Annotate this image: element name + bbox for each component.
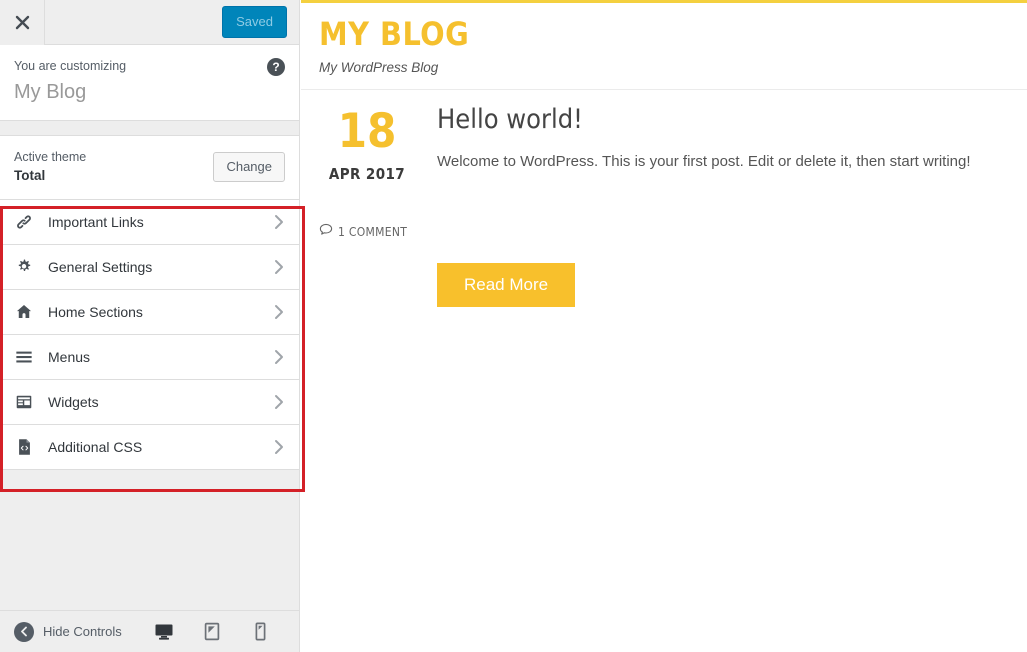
site-title[interactable]: MY BLOG	[319, 16, 1009, 52]
chevron-right-icon	[273, 259, 285, 275]
hide-controls-label: Hide Controls	[43, 624, 122, 639]
code-file-icon	[14, 437, 34, 457]
chevron-right-icon	[273, 214, 285, 230]
link-icon	[14, 212, 34, 232]
gear-icon	[14, 257, 34, 277]
active-theme-section: Active theme Total Change	[0, 135, 299, 200]
active-theme-info: Active theme Total	[14, 148, 86, 186]
panel-gap	[0, 121, 299, 136]
tablet-preview-icon[interactable]	[201, 621, 223, 643]
site-name-heading: My Blog	[14, 81, 87, 104]
sidebar-item-label: Home Sections	[48, 303, 143, 320]
site-preview-pane: MY BLOG My WordPress Blog 18 APR 2017 He…	[301, 0, 1027, 652]
device-preview-group	[153, 621, 285, 643]
save-button[interactable]: Saved	[222, 6, 287, 38]
post-content: Hello world! Welcome to WordPress. This …	[415, 104, 1009, 183]
customizer-header: Saved	[0, 0, 299, 45]
sidebar-item-label: Important Links	[48, 213, 144, 230]
hide-controls-button[interactable]: Hide Controls	[14, 621, 122, 642]
mobile-preview-icon[interactable]	[249, 621, 271, 643]
site-description: My WordPress Blog	[319, 60, 439, 76]
change-theme-button[interactable]: Change	[213, 152, 285, 183]
collapse-arrow-icon	[14, 621, 34, 642]
sidebar-item-label: General Settings	[48, 258, 153, 275]
chevron-right-icon	[273, 439, 285, 455]
sidebar-item-additional-css[interactable]: Additional CSS	[0, 424, 299, 470]
sidebar-item-label: Additional CSS	[48, 438, 143, 455]
desktop-preview-icon[interactable]	[153, 621, 175, 643]
comment-count[interactable]: 1 COMMENT	[338, 225, 407, 239]
customizer-sections-list: Important Links General Settings Home Se…	[0, 199, 299, 470]
sidebar-item-home-sections[interactable]: Home Sections	[0, 289, 299, 335]
sidebar-item-menus[interactable]: Menus	[0, 334, 299, 380]
customizer-footer: Hide Controls	[0, 610, 299, 652]
sidebar-item-important-links[interactable]: Important Links	[0, 199, 299, 245]
comment-bubble-icon	[319, 223, 333, 241]
post-excerpt: Welcome to WordPress. This is your first…	[437, 152, 971, 170]
help-icon[interactable]: ?	[267, 58, 285, 76]
post-title[interactable]: Hello world!	[437, 104, 1009, 135]
active-theme-name: Total	[14, 168, 46, 184]
sidebar-item-label: Widgets	[48, 393, 99, 410]
sidebar-item-general-settings[interactable]: General Settings	[0, 244, 299, 290]
customizing-title-block: You are customizing My Blog ?	[0, 45, 299, 122]
customizing-label: You are customizing	[14, 59, 127, 73]
post-meta: 1 COMMENT	[319, 223, 1027, 241]
post-date-month-year: APR 2017	[328, 164, 406, 183]
read-more-button[interactable]: Read More	[437, 262, 576, 307]
sidebar-item-label: Menus	[48, 348, 91, 365]
post-article: 18 APR 2017 Hello world! Welcome to Word…	[301, 90, 1027, 183]
customizer-panel: Saved You are customizing My Blog ? Acti…	[0, 0, 300, 652]
home-icon	[14, 302, 34, 322]
chevron-right-icon	[273, 304, 285, 320]
widgets-icon	[14, 392, 34, 412]
chevron-right-icon	[273, 349, 285, 365]
panel-empty-area	[0, 469, 299, 610]
sidebar-item-widgets[interactable]: Widgets	[0, 379, 299, 425]
post-date-block: 18 APR 2017	[319, 104, 415, 183]
post-date-day: 18	[337, 103, 397, 159]
chevron-right-icon	[273, 394, 285, 410]
customizer-screen: Saved You are customizing My Blog ? Acti…	[0, 0, 1027, 652]
active-theme-label: Active theme	[14, 150, 87, 165]
header-spacer	[45, 0, 222, 45]
menu-icon	[14, 347, 34, 367]
read-more-row: Read More	[301, 262, 1027, 307]
site-header: MY BLOG My WordPress Blog	[301, 3, 1027, 89]
close-customizer-button[interactable]	[0, 0, 45, 45]
